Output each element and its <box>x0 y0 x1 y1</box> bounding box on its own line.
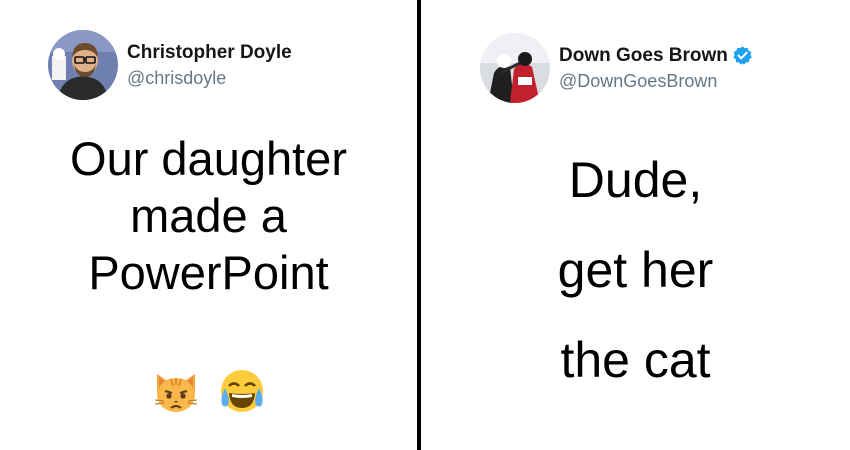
display-name[interactable]: Down Goes Brown <box>559 45 753 67</box>
display-name[interactable]: Christopher Doyle <box>127 42 292 64</box>
avatar[interactable] <box>480 33 550 103</box>
tweet-text-line: made a <box>130 189 287 242</box>
user-handle[interactable]: @DownGoesBrown <box>559 70 753 92</box>
tears-of-joy-emoji-icon <box>220 370 263 412</box>
verified-badge-icon <box>733 46 752 65</box>
avatar-image <box>48 30 118 100</box>
tweet-text: Dude, get her the cat <box>421 135 850 405</box>
tweet-text: Our daughter made a PowerPoint <box>0 130 417 301</box>
avatar[interactable] <box>48 30 118 100</box>
user-handle[interactable]: @chrisdoyle <box>127 67 292 89</box>
tweet-text-line: the cat <box>560 332 711 388</box>
tweet-text-line: PowerPoint <box>88 246 329 299</box>
avatar-image <box>480 33 550 103</box>
left-tweet-header: Christopher Doyle @chrisdoyle <box>48 30 292 100</box>
left-tweet-panel: Christopher Doyle @chrisdoyle Our daught… <box>0 0 417 450</box>
pouting-cat-emoji-icon <box>154 374 197 412</box>
tweet-text-line: get her <box>557 242 714 298</box>
right-tweet-panel: Down Goes Brown @DownGoesBrown Dude, get… <box>421 0 850 450</box>
right-tweet-header: Down Goes Brown @DownGoesBrown <box>480 33 753 103</box>
tweet-text-line: Dude, <box>568 152 703 208</box>
tweet-text-line: Our daughter <box>70 132 347 185</box>
emoji-row <box>0 366 417 416</box>
display-name-label: Down Goes Brown <box>559 44 728 66</box>
